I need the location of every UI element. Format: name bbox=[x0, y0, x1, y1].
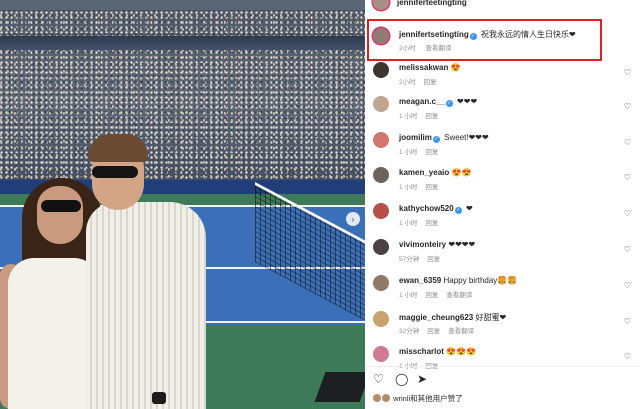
comment-time: 2小时 bbox=[399, 45, 416, 52]
comment-row: maggie_cheung623 好甜蜜❤ 32分钟 回复 查看翻译 ♡ bbox=[373, 311, 635, 343]
reply-link[interactable]: 回复 bbox=[425, 292, 438, 299]
comment-text: ❤❤❤❤ bbox=[448, 240, 476, 249]
verified-badge-icon: ✓ bbox=[445, 100, 453, 107]
comment-row: vivimonteiry ❤❤❤❤ 57分钟 回复 ♡ bbox=[373, 239, 635, 271]
highlighted-comment: jennifertsetingting ✓ 祝我永远的情人生日快乐❤ 2小时 查看… bbox=[373, 28, 635, 60]
comments-panel: jenniferteetingting jennifertsetingting ✓… bbox=[365, 0, 640, 409]
comment-username[interactable]: jennifertsetingting bbox=[399, 30, 469, 39]
comment-time: 1 小时 bbox=[399, 292, 418, 299]
comment-like-icon[interactable]: ♡ bbox=[624, 281, 631, 290]
comment-avatar[interactable] bbox=[373, 96, 389, 112]
comment-text: 好甜蜜❤ bbox=[475, 313, 507, 322]
comment-username[interactable]: meagan.c__ bbox=[399, 97, 445, 106]
owner-username[interactable]: jenniferteetingting bbox=[397, 0, 467, 7]
verified-badge-icon: ✓ bbox=[469, 33, 477, 40]
reply-link[interactable]: 回复 bbox=[425, 149, 438, 156]
comment-icon[interactable]: ◯ bbox=[395, 373, 408, 385]
comment-avatar[interactable] bbox=[373, 62, 389, 78]
reply-link[interactable]: 回复 bbox=[425, 184, 438, 191]
liker-avatar bbox=[373, 394, 381, 402]
comment-time: 1 小时 bbox=[399, 149, 418, 156]
comment-like-icon[interactable]: ♡ bbox=[624, 102, 631, 111]
comment-avatar[interactable] bbox=[373, 203, 389, 219]
translate-link[interactable]: 查看翻译 bbox=[425, 45, 451, 52]
woman-face bbox=[37, 186, 83, 244]
comment-time: 32分钟 bbox=[399, 328, 420, 335]
comment-username[interactable]: vivimonteiry bbox=[399, 240, 446, 249]
comment-row: meagan.c__ ✓ ❤❤❤ 1 小时 回复 ♡ bbox=[373, 96, 635, 128]
reply-link[interactable]: 回复 bbox=[424, 79, 437, 86]
verified-badge-icon: ✓ bbox=[454, 207, 462, 214]
comment-like-icon[interactable]: ♡ bbox=[624, 68, 631, 77]
man-hair bbox=[88, 134, 148, 162]
comment-time: 2小时 bbox=[399, 79, 416, 86]
stadium-roof bbox=[0, 36, 365, 50]
comment-username[interactable]: misscharlot bbox=[399, 347, 444, 356]
reply-link[interactable]: 回复 bbox=[427, 328, 440, 335]
woman-sunglasses bbox=[41, 200, 81, 212]
comment-row: ewan_6359 Happy birthday🍔🍔 1 小时 回复 查看翻译 ♡ bbox=[373, 275, 635, 307]
comment-avatar[interactable] bbox=[373, 346, 389, 362]
reply-link[interactable]: 回复 bbox=[425, 113, 438, 120]
comment-avatar[interactable] bbox=[373, 239, 389, 255]
translate-link[interactable]: 查看翻译 bbox=[446, 292, 472, 299]
owner-avatar[interactable] bbox=[373, 0, 389, 10]
likes-summary[interactable]: wrinli和其他用户赞了 bbox=[373, 393, 463, 404]
reply-link[interactable]: 回复 bbox=[427, 256, 440, 263]
liker-avatar bbox=[382, 394, 390, 402]
comment-text: ❤❤❤ bbox=[457, 97, 478, 106]
comment-username[interactable]: kamen_yeaio bbox=[399, 168, 449, 177]
comment-like-icon[interactable]: ♡ bbox=[624, 317, 631, 326]
post-photo[interactable]: › bbox=[0, 0, 365, 409]
comment-text: Happy birthday🍔🍔 bbox=[443, 276, 518, 285]
likes-text: wrinli和其他用户赞了 bbox=[393, 394, 463, 403]
comment-time: 1 小时 bbox=[399, 220, 418, 227]
comment-avatar[interactable] bbox=[373, 28, 389, 44]
comment-text: 祝我永远的情人生日快乐❤ bbox=[481, 30, 576, 39]
verified-badge-icon: ✓ bbox=[432, 136, 440, 143]
comment-username[interactable]: joomilim bbox=[399, 133, 432, 142]
next-slide-icon[interactable]: › bbox=[346, 212, 360, 226]
comment-username[interactable]: kathychow520 bbox=[399, 204, 454, 213]
reply-link[interactable]: 回复 bbox=[425, 220, 438, 227]
comment-avatar[interactable] bbox=[373, 167, 389, 183]
comment-like-icon[interactable]: ♡ bbox=[624, 173, 631, 182]
action-bar: ♡ ◯ ➤ bbox=[365, 366, 640, 388]
wristwatch bbox=[152, 392, 166, 404]
comment-username[interactable]: maggie_cheung623 bbox=[399, 313, 473, 322]
translate-link[interactable]: 查看翻译 bbox=[448, 328, 474, 335]
comment-row: melissakwan 😍 2小时 回复 ♡ bbox=[373, 62, 635, 94]
comment-avatar[interactable] bbox=[373, 132, 389, 148]
comment-avatar[interactable] bbox=[373, 311, 389, 327]
comment-username[interactable]: ewan_6359 bbox=[399, 276, 441, 285]
comment-text: 😍 bbox=[450, 63, 461, 72]
comment-username[interactable]: melissakwan bbox=[399, 63, 448, 72]
comment-text: 😍😍 bbox=[451, 168, 472, 177]
comment-row: kathychow520 ✓ ❤ 1 小时 回复 ♡ bbox=[373, 203, 635, 235]
comment-time: 1 小时 bbox=[399, 184, 418, 191]
comment-like-icon[interactable]: ♡ bbox=[624, 138, 631, 147]
comment-avatar[interactable] bbox=[373, 275, 389, 291]
comment-like-icon[interactable]: ♡ bbox=[624, 209, 631, 218]
like-icon[interactable]: ♡ bbox=[373, 373, 384, 385]
comment-text: Sweet!❤❤❤ bbox=[444, 133, 489, 142]
comment-time: 57分钟 bbox=[399, 256, 420, 263]
comment-time: 1 小时 bbox=[399, 113, 418, 120]
comment-row: kamen_yeaio 😍😍 1 小时 回复 ♡ bbox=[373, 167, 635, 199]
comment-like-icon[interactable]: ♡ bbox=[624, 352, 631, 361]
share-icon[interactable]: ➤ bbox=[417, 373, 427, 385]
stadium-crowd bbox=[0, 0, 365, 200]
man-shirt bbox=[86, 202, 206, 409]
comment-text: ❤ bbox=[465, 204, 473, 213]
comment-text: 😍😍😍 bbox=[446, 347, 477, 356]
man-sunglasses bbox=[92, 166, 138, 178]
comment-row: joomilim ✓ Sweet!❤❤❤ 1 小时 回复 ♡ bbox=[373, 132, 635, 164]
stadium-roof-edge bbox=[0, 0, 365, 10]
comment-like-icon[interactable]: ♡ bbox=[624, 245, 631, 254]
